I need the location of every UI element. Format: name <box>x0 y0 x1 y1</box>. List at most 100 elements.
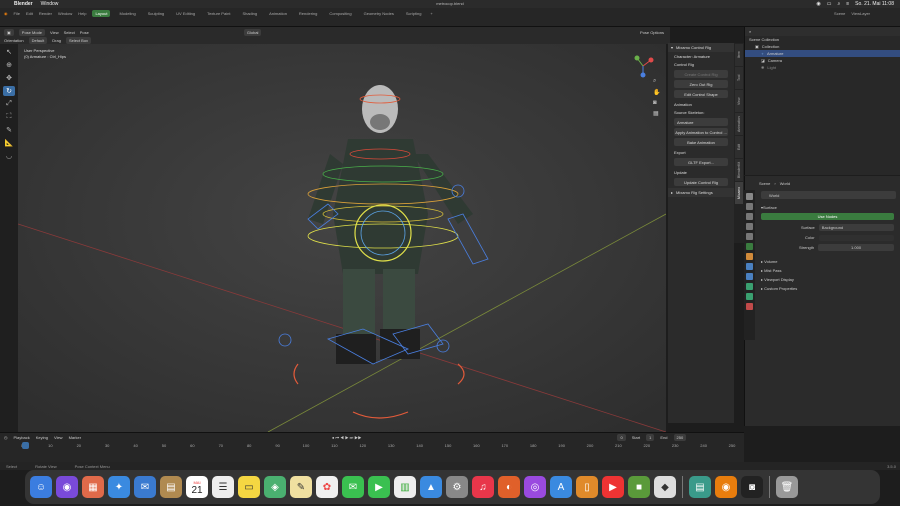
mist-pass-panel[interactable]: ▸ Mist Pass <box>761 266 900 275</box>
constraint-tab-icon[interactable] <box>746 283 753 290</box>
move-tool-icon[interactable]: ✥ <box>3 73 15 83</box>
cursor-tool-icon[interactable]: ⊕ <box>3 60 15 70</box>
tab-tool[interactable]: Tool <box>735 67 743 89</box>
gltf-export-button[interactable]: GLTF Export... <box>674 158 728 166</box>
tweak-tool-icon[interactable]: ↖ <box>3 47 15 57</box>
tool-tab-icon[interactable] <box>746 193 753 200</box>
tab-item[interactable]: Item <box>735 44 743 66</box>
launchpad-icon[interactable]: ▦ <box>82 476 104 498</box>
roblox-icon[interactable]: ◆ <box>654 476 676 498</box>
playback-controls[interactable]: ● ⏮ ◀ ▶ ⏭ ▶▶ <box>332 435 361 440</box>
tab-animation[interactable]: Animation <box>735 113 743 135</box>
tab-compositing[interactable]: Compositing <box>326 10 354 17</box>
camera-view-icon[interactable]: ◙ <box>653 100 660 106</box>
create-rig-button[interactable]: Create Control Rig <box>674 70 728 78</box>
menu-edit[interactable]: Edit <box>26 11 33 16</box>
light-row[interactable]: ✺ Light <box>745 64 900 71</box>
animation-section[interactable]: Animation <box>668 100 734 108</box>
scene-collection-row[interactable]: Scene Collection <box>745 36 900 43</box>
drag-select[interactable]: Select Box <box>65 37 92 44</box>
tab-mixamo[interactable]: Mixamo <box>735 182 743 204</box>
export-section[interactable]: Export <box>668 148 734 156</box>
playhead[interactable] <box>22 442 29 449</box>
world-selector[interactable]: World <box>761 191 896 199</box>
material-tab-icon[interactable] <box>746 303 753 310</box>
pose-menu[interactable]: Pose <box>80 30 89 35</box>
safari-icon[interactable]: ✦ <box>108 476 130 498</box>
control-rig-section[interactable]: Control Rig <box>668 60 734 68</box>
transform-orientation[interactable]: Global <box>243 28 262 36</box>
preview-icon[interactable]: ▤ <box>689 476 711 498</box>
settings-header[interactable]: ▸ Mixamo Rig Settings <box>668 188 734 197</box>
object-tab-icon[interactable] <box>746 253 753 260</box>
finder-icon[interactable]: ☺ <box>30 476 52 498</box>
tab-view[interactable]: View <box>735 90 743 112</box>
hand-icon[interactable]: ✋ <box>653 89 660 96</box>
pose-options[interactable]: Pose Options <box>640 30 664 35</box>
calendar-icon[interactable]: MAI 21 <box>186 476 208 498</box>
keying-menu[interactable]: Keying <box>36 435 48 440</box>
output-tab-icon[interactable] <box>746 213 753 220</box>
tab-geometry-nodes[interactable]: Geometry Nodes <box>361 10 397 17</box>
edit-shape-button[interactable]: Edit Control Shape <box>674 90 728 98</box>
modifier-tab-icon[interactable] <box>746 263 753 270</box>
annotate-tool-icon[interactable]: ✎ <box>3 125 15 135</box>
zoom-icon[interactable]: ⌕ <box>653 78 660 85</box>
bake-animation-button[interactable]: Bake Animation <box>674 138 728 146</box>
blender-icon[interactable]: ◉ <box>715 476 737 498</box>
scale-tool-icon[interactable]: ⤢ <box>3 99 15 109</box>
grid-view-icon[interactable]: ▦ <box>653 110 660 117</box>
strength-field[interactable]: 1.000 <box>818 244 894 251</box>
orientation-select[interactable]: Default <box>28 37 48 44</box>
update-section[interactable]: Update <box>668 168 734 176</box>
tab-modeling[interactable]: Modeling <box>116 10 138 17</box>
current-frame[interactable]: 0 <box>617 434 626 441</box>
armature-row[interactable]: ♆ Armature <box>745 50 900 57</box>
roll-tool-icon[interactable]: ◡ <box>3 151 15 161</box>
marker-menu[interactable]: Marker <box>69 435 81 440</box>
freeform-icon[interactable]: ✎ <box>290 476 312 498</box>
mode-select[interactable]: Pose Mode <box>18 28 46 36</box>
add-workspace-icon[interactable]: + <box>430 11 432 16</box>
timeline-ruler[interactable]: 0102030405060708090100110120130140150160… <box>21 443 735 449</box>
world-tab-icon[interactable] <box>746 243 753 250</box>
rotate-tool-icon[interactable]: ↻ <box>3 86 15 96</box>
viewlayer-selector[interactable]: ViewLayer <box>851 11 870 16</box>
notes-icon[interactable]: ▭ <box>238 476 260 498</box>
tab-texture-paint[interactable]: Texture Paint <box>204 10 233 17</box>
menu-window[interactable]: Window <box>58 11 72 16</box>
reminders-icon[interactable]: ☰ <box>212 476 234 498</box>
tab-animation[interactable]: Animation <box>266 10 290 17</box>
camera-row[interactable]: ◪ Camera <box>745 57 900 64</box>
app-store-icon[interactable]: A <box>550 476 572 498</box>
filter-icon[interactable]: ⌕ <box>749 29 751 34</box>
collection-row[interactable]: ▣ Collection <box>745 43 900 50</box>
color-swatch[interactable] <box>818 234 894 241</box>
menu-render[interactable]: Render <box>39 11 52 16</box>
viewport-display-panel[interactable]: ▸ Viewport Display <box>761 275 900 284</box>
editor-type-icon-tl[interactable]: ◷ <box>4 435 8 440</box>
surface-section[interactable]: ▾ Surface <box>761 203 900 211</box>
books-icon[interactable]: ▯ <box>576 476 598 498</box>
view-menu-tl[interactable]: View <box>54 435 63 440</box>
3d-viewport[interactable] <box>18 44 666 432</box>
transform-tool-icon[interactable]: ⛶ <box>3 112 15 122</box>
mail-icon[interactable]: ✉ <box>134 476 156 498</box>
data-tab-icon[interactable] <box>746 293 753 300</box>
select-menu[interactable]: Select <box>64 30 75 35</box>
tab-edit[interactable]: Edit <box>735 136 743 158</box>
tab-uv-editing[interactable]: UV Editing <box>173 10 198 17</box>
start-field[interactable]: 1 <box>646 434 655 441</box>
editor-type-icon[interactable]: ▣ <box>4 28 14 36</box>
apply-animation-button[interactable]: Apply Animation to Control ... <box>674 128 728 136</box>
menu-file[interactable]: File <box>14 11 20 16</box>
tab-layout[interactable]: Layout <box>92 9 111 17</box>
messages-icon[interactable]: ✉ <box>342 476 364 498</box>
render-tab-icon[interactable] <box>746 203 753 210</box>
source-select[interactable]: Armature <box>674 118 728 126</box>
music-icon[interactable]: ♫ <box>472 476 494 498</box>
tab-scripting[interactable]: Scripting <box>403 10 425 17</box>
measure-tool-icon[interactable]: 📐 <box>3 138 15 148</box>
end-field[interactable]: 250 <box>673 434 687 441</box>
facetime-icon[interactable]: ▶ <box>368 476 390 498</box>
